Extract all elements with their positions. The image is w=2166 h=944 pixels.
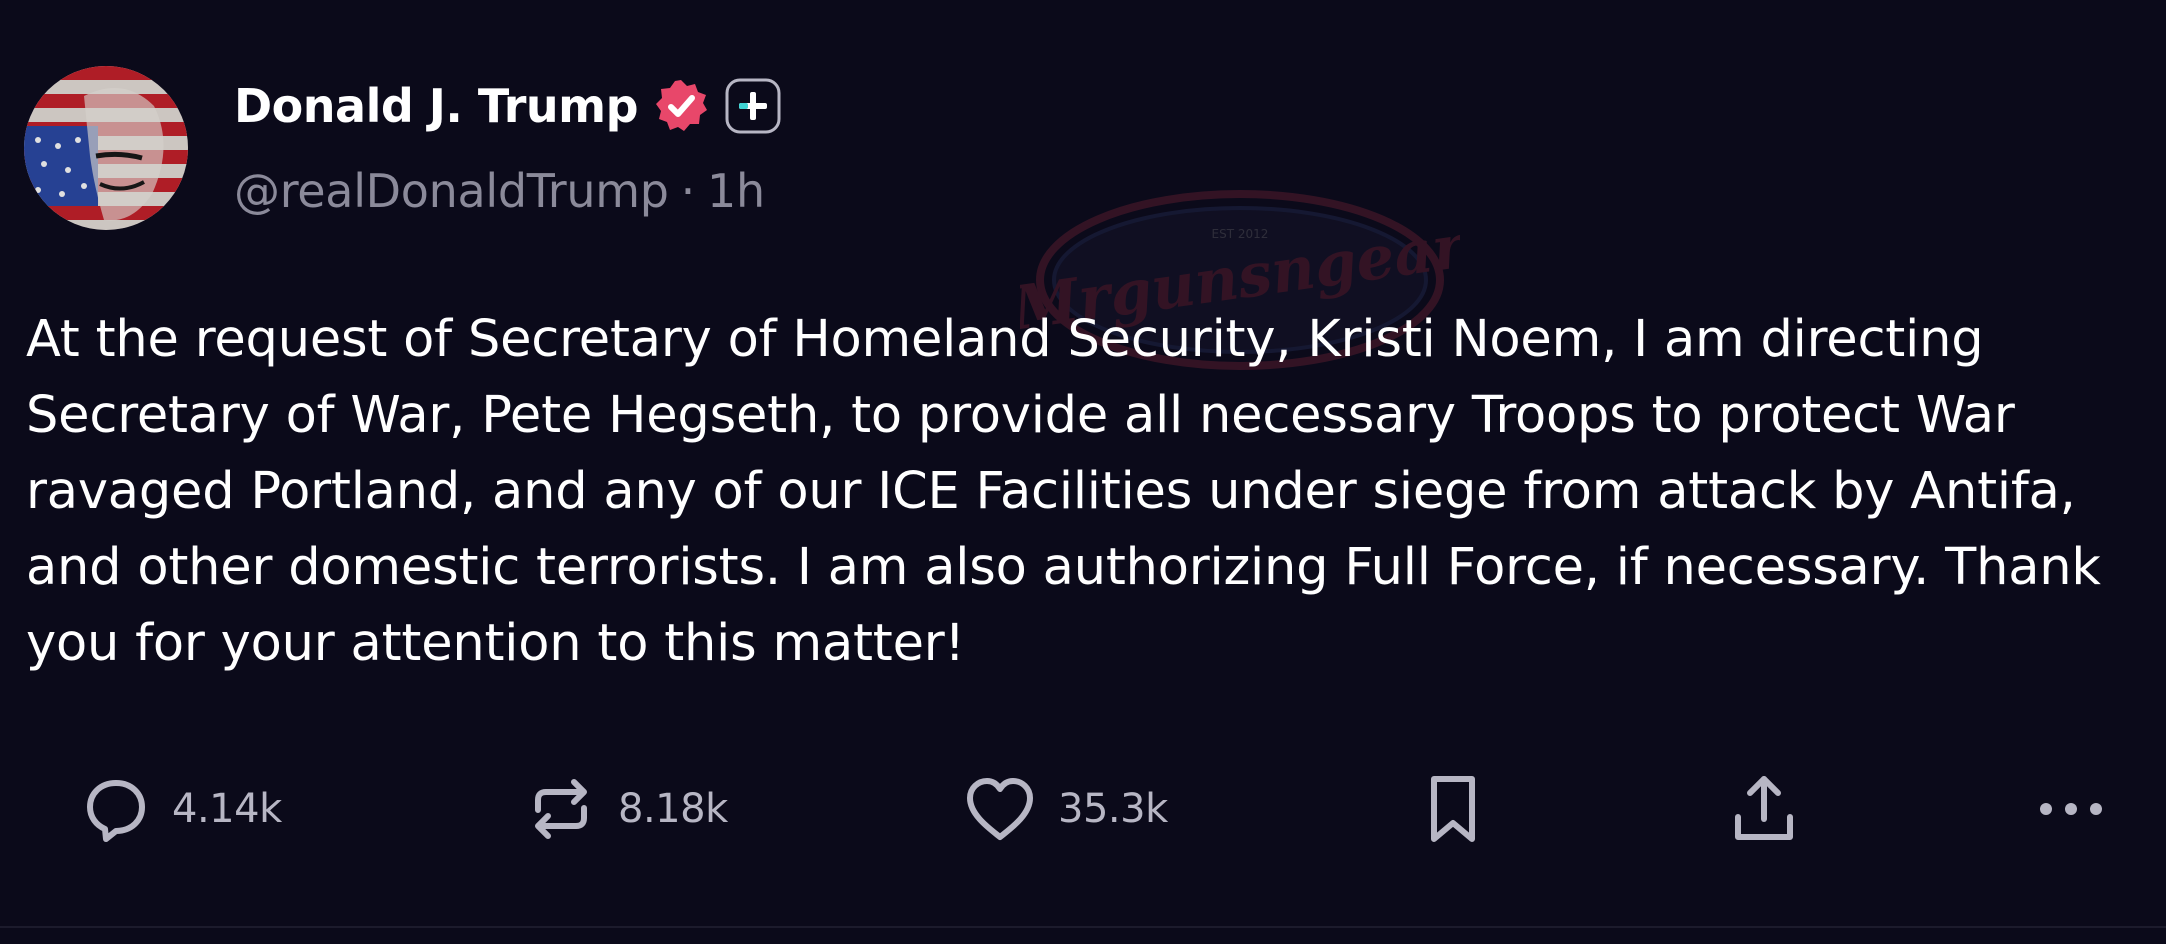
share-button[interactable] <box>1726 766 1802 852</box>
verified-badge-icon <box>652 77 710 135</box>
like-button[interactable]: 35.3k <box>962 766 1168 852</box>
bookmark-button[interactable] <box>1422 766 1484 852</box>
post-divider <box>0 926 2166 928</box>
watermark-small-text: EST 2012 <box>1212 227 1269 241</box>
action-bar: 4.14k 8.18k 35.3k <box>0 766 2166 852</box>
comment-bubble-icon <box>87 780 145 842</box>
flag-face-avatar-icon <box>24 66 188 230</box>
author-meta: @realDonaldTrump · 1h <box>234 164 765 218</box>
repost-button[interactable]: 8.18k <box>524 766 728 852</box>
reply-count: 4.14k <box>172 786 282 832</box>
like-count: 35.3k <box>1058 786 1168 832</box>
post-time[interactable]: 1h <box>707 164 765 218</box>
avatar[interactable] <box>24 66 188 230</box>
post-text: At the request of Secretary of Homeland … <box>26 310 2101 673</box>
author-handle[interactable]: @realDonaldTrump <box>234 164 669 218</box>
bookmark-icon <box>1431 776 1475 842</box>
more-options-button[interactable] <box>2034 766 2108 852</box>
reply-button[interactable]: 4.14k <box>80 766 282 852</box>
heart-icon <box>967 778 1033 840</box>
repost-count: 8.18k <box>618 786 728 832</box>
post-card: EST 2012 Mrgunsngear Donald J. Trump @re… <box>0 0 2166 944</box>
share-upload-icon <box>1735 776 1793 840</box>
meta-separator: · <box>680 164 696 218</box>
repost-arrows-icon <box>535 779 587 839</box>
author-display-name[interactable]: Donald J. Trump <box>234 79 639 133</box>
plus-badge-icon <box>724 77 782 135</box>
more-dots-icon <box>2040 803 2102 815</box>
author-name-row: Donald J. Trump <box>234 70 782 142</box>
